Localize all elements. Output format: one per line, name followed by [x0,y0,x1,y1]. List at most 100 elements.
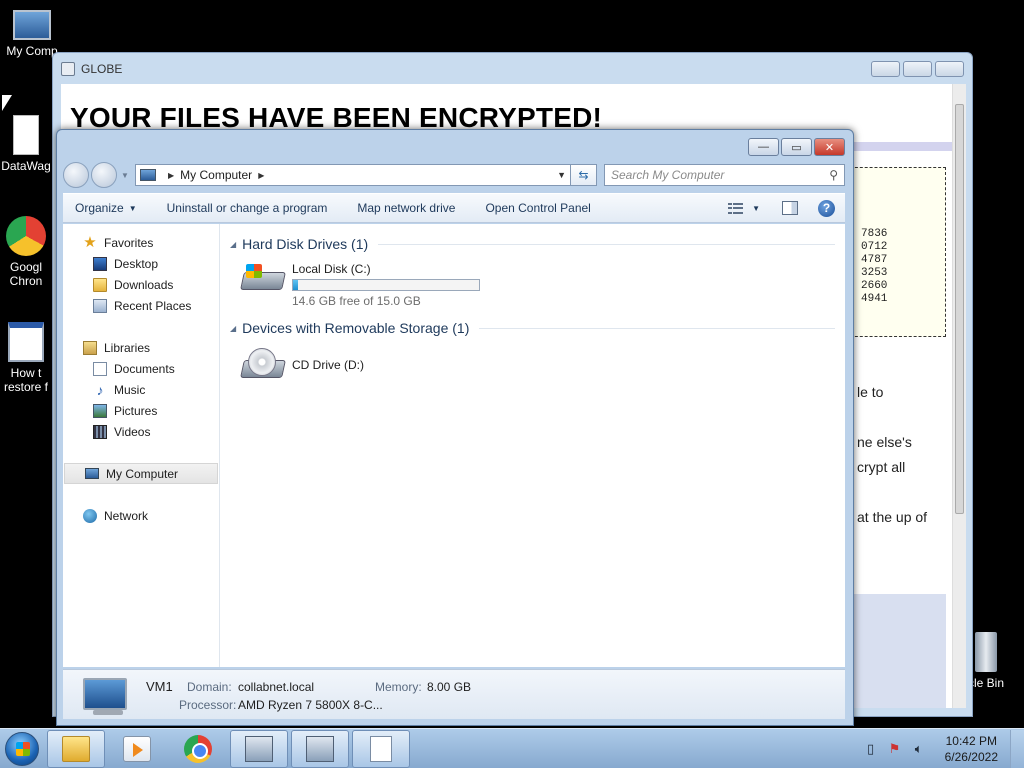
help-icon[interactable]: ? [818,199,835,217]
taskbar-chrome-button[interactable] [169,730,227,768]
info-box [850,594,946,708]
folder-icon [62,735,90,762]
nav-item-videos[interactable]: Videos [63,421,219,442]
music-note-icon: ♪ [96,381,104,398]
explorer-window[interactable]: — ▭ ✕ ▼ ▶ My Computer ▶ ▼ ⇆ Search My Co… [56,129,854,726]
back-button[interactable] [63,162,89,188]
refresh-button[interactable]: ⇆ [571,164,597,186]
address-dropdown-icon[interactable]: ▼ [557,170,566,180]
search-input[interactable]: Search My Computer ⚲ [604,164,845,186]
network-icon [83,508,97,523]
nav-item-recent-places[interactable]: Recent Places [63,295,219,316]
view-options-chevron-icon[interactable]: ▼ [752,204,760,213]
app-icon [61,62,75,76]
nav-item-music[interactable]: ♪ Music [63,379,219,400]
recycle-bin-icon [975,632,997,672]
minimize-button[interactable]: — [748,138,779,156]
desktop-icon-my-computer[interactable]: My Comp [2,10,62,58]
organize-label: Organize [75,201,124,215]
uninstall-program-button[interactable]: Uninstall or change a program [152,195,343,221]
nav-label: Videos [114,424,151,439]
network-tray-icon[interactable]: ▯ [863,741,879,757]
nav-item-favorites[interactable]: ★ Favorites [63,232,219,253]
system-tray: ▯ ⚑ 🔈︎ 10:42 PM 6/26/2022 [859,729,1024,768]
ransom-text-fragment: crypt all [857,459,906,475]
key-line: 4787 [861,254,888,266]
scrollbar-thumb[interactable] [955,104,964,514]
volume-icon[interactable]: 🔈︎ [911,741,927,757]
cd-drive-icon [238,346,286,386]
nav-item-downloads[interactable]: Downloads [63,274,219,295]
taskbar-explorer-button[interactable] [47,729,105,768]
forward-button[interactable] [91,162,117,188]
taskbar: ▯ ⚑ 🔈︎ 10:42 PM 6/26/2022 [0,728,1024,768]
recent-pages-dropdown-icon[interactable]: ▼ [121,171,131,180]
breadcrumb-location[interactable]: My Computer [180,168,252,182]
search-placeholder: Search My Computer [611,168,725,182]
key-line: 3253 [861,267,888,279]
nav-item-pictures[interactable]: Pictures [63,400,219,421]
address-bar[interactable]: ▶ My Computer ▶ ▼ [135,164,571,186]
desktop-icon-label: cle Bin [967,676,1005,690]
minimize-button[interactable] [871,61,900,77]
clock[interactable]: 10:42 PM 6/26/2022 [945,733,998,765]
search-icon[interactable]: ⚲ [829,168,838,182]
computer-icon [140,169,156,181]
documents-icon [93,361,107,376]
taskbar-notepad-button[interactable] [352,729,410,768]
group-header-hard-disks[interactable]: ◢ Hard Disk Drives (1) [230,234,845,254]
maximize-button[interactable]: ▭ [781,138,812,156]
taskbar-app-button[interactable] [230,729,288,768]
document-icon [13,115,39,155]
globe-titlebar[interactable]: GLOBE [53,53,972,85]
nav-item-desktop[interactable]: Desktop [63,253,219,274]
preview-pane-icon[interactable] [782,201,798,215]
map-network-drive-button[interactable]: Map network drive [342,195,470,221]
nav-item-network[interactable]: Network [63,505,219,526]
clock-date: 6/26/2022 [944,749,998,764]
nav-label: My Computer [106,466,179,481]
collapse-triangle-icon[interactable]: ◢ [230,324,236,333]
libraries-icon [83,340,97,355]
computer-name: VM1 [146,679,173,694]
show-desktop-button[interactable] [1010,729,1024,768]
memory-label: Memory: [375,680,422,694]
group-title: Devices with Removable Storage (1) [242,320,470,336]
maximize-button[interactable] [903,61,932,77]
nav-label: Downloads [114,277,174,292]
desktop-icon-how-to-restore[interactable]: How t restore f [0,322,52,394]
start-button[interactable] [0,730,44,768]
nav-label: Favorites [104,235,154,250]
nav-label: Music [114,382,146,397]
nav-item-libraries[interactable]: Libraries [63,337,219,358]
action-center-flag-icon[interactable]: ⚑ [887,741,903,757]
ransom-text-fragment: at the up of [857,509,928,525]
key-line: 0712 [861,241,888,253]
desktop-icon-label: My Comp [6,44,58,58]
close-button[interactable]: ✕ [814,138,845,156]
desktop-icon-chrome[interactable]: Googl Chron [0,216,52,288]
vertical-scrollbar[interactable] [952,84,966,708]
hard-drive-icon [238,258,286,298]
nav-item-my-computer[interactable]: My Computer [64,463,218,484]
drive-cd-d[interactable]: CD Drive (D:) [230,346,845,386]
change-view-icon[interactable] [728,202,744,214]
nav-item-documents[interactable]: Documents [63,358,219,379]
organize-button[interactable]: Organize ▼ [63,195,152,221]
explorer-window-controls: — ▭ ✕ [748,138,845,156]
close-button[interactable] [935,61,964,77]
group-header-removable[interactable]: ◢ Devices with Removable Storage (1) [230,318,845,338]
drive-name: Local Disk (C:) [292,262,371,276]
collapse-triangle-icon[interactable]: ◢ [230,240,236,249]
desktop-icon-datawag[interactable]: DataWag [0,115,52,173]
computer-icon [83,678,127,710]
open-control-panel-button[interactable]: Open Control Panel [470,195,605,221]
taskbar-media-player-button[interactable] [108,730,166,768]
breadcrumb-arrow-icon[interactable]: ▶ [168,171,174,180]
explorer-body: ★ Favorites Desktop Downloads Recent Pla… [63,224,845,667]
ransom-text-fragment: ne else's [857,434,912,450]
drive-local-disk-c[interactable]: Local Disk (C:) 14.6 GB free of 15.0 GB [230,258,845,308]
breadcrumb-arrow-icon[interactable]: ▶ [258,171,264,180]
taskbar-app-button[interactable] [291,729,349,768]
downloads-folder-icon [93,277,107,292]
